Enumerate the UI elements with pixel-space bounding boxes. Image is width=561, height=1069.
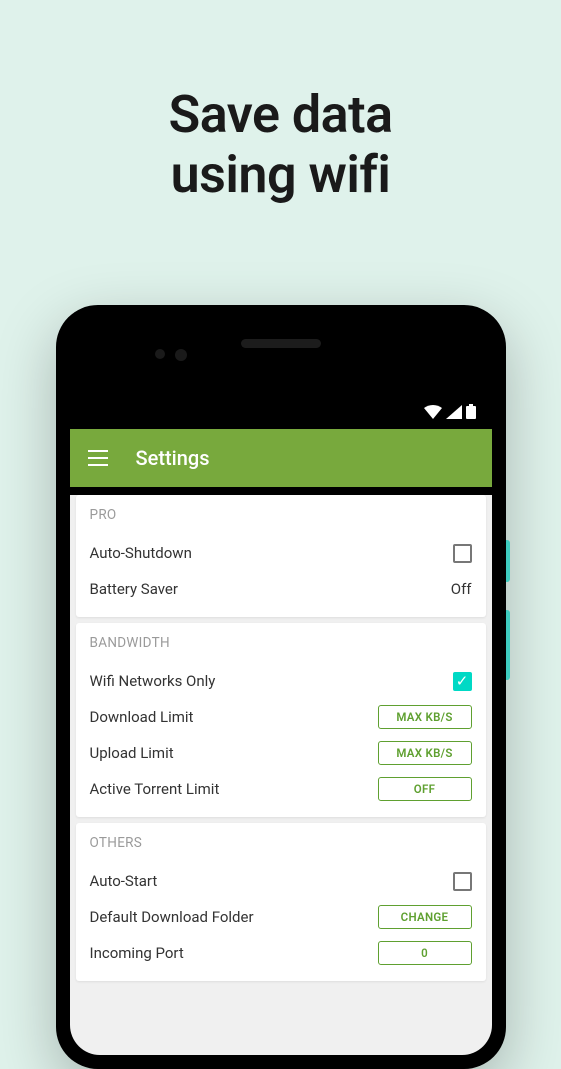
status-bar: [70, 319, 492, 429]
section-title: BANDWIDTH: [90, 635, 472, 651]
row-label: Upload Limit: [90, 744, 174, 762]
wifi-only-checkbox[interactable]: ✓: [453, 672, 472, 691]
section-pro: PRO Auto-Shutdown Battery Saver Off: [76, 495, 486, 617]
auto-start-checkbox[interactable]: [453, 872, 472, 891]
settings-screen: PRO Auto-Shutdown Battery Saver Off BAND…: [70, 495, 492, 1055]
row-label: Active Torrent Limit: [90, 780, 220, 798]
incoming-port-button[interactable]: 0: [378, 941, 472, 965]
app-bar: Settings: [70, 429, 492, 487]
section-title: OTHERS: [90, 835, 472, 851]
cellular-icon: [446, 405, 462, 419]
wifi-icon: [424, 405, 442, 419]
download-limit-button[interactable]: MAX KB/S: [378, 705, 472, 729]
row-wifi-only[interactable]: Wifi Networks Only ✓: [90, 663, 472, 699]
phone-frame: Settings PRO Auto-Shutdown Battery Saver…: [56, 305, 506, 1069]
upload-limit-button[interactable]: MAX KB/S: [378, 741, 472, 765]
page-title: Settings: [136, 446, 210, 470]
promo-headline: Save data using wifi: [0, 0, 561, 205]
row-label: Default Download Folder: [90, 908, 254, 926]
phone-camera: [155, 349, 165, 359]
phone-side-button: [506, 540, 510, 582]
row-default-folder[interactable]: Default Download Folder CHANGE: [90, 899, 472, 935]
checkmark-icon: ✓: [456, 674, 469, 689]
battery-saver-value: Off: [451, 580, 472, 598]
row-label: Incoming Port: [90, 944, 184, 962]
battery-icon: [466, 404, 476, 419]
row-active-torrent[interactable]: Active Torrent Limit OFF: [90, 771, 472, 807]
row-incoming-port[interactable]: Incoming Port 0: [90, 935, 472, 971]
section-others: OTHERS Auto-Start Default Download Folde…: [76, 823, 486, 981]
section-bandwidth: BANDWIDTH Wifi Networks Only ✓ Download …: [76, 623, 486, 817]
row-auto-shutdown[interactable]: Auto-Shutdown: [90, 535, 472, 571]
row-upload-limit[interactable]: Upload Limit MAX KB/S: [90, 735, 472, 771]
phone-camera: [175, 349, 187, 361]
row-label: Download Limit: [90, 708, 194, 726]
section-title: PRO: [90, 507, 472, 523]
phone-speaker: [241, 339, 321, 348]
row-label: Auto-Shutdown: [90, 544, 192, 562]
row-label: Wifi Networks Only: [90, 672, 216, 690]
row-label: Auto-Start: [90, 872, 158, 890]
menu-icon[interactable]: [88, 450, 108, 466]
active-torrent-button[interactable]: OFF: [378, 777, 472, 801]
phone-side-button: [506, 610, 510, 680]
auto-shutdown-checkbox[interactable]: [453, 544, 472, 563]
row-auto-start[interactable]: Auto-Start: [90, 863, 472, 899]
row-battery-saver[interactable]: Battery Saver Off: [90, 571, 472, 607]
default-folder-button[interactable]: CHANGE: [378, 905, 472, 929]
row-label: Battery Saver: [90, 580, 178, 598]
row-download-limit[interactable]: Download Limit MAX KB/S: [90, 699, 472, 735]
